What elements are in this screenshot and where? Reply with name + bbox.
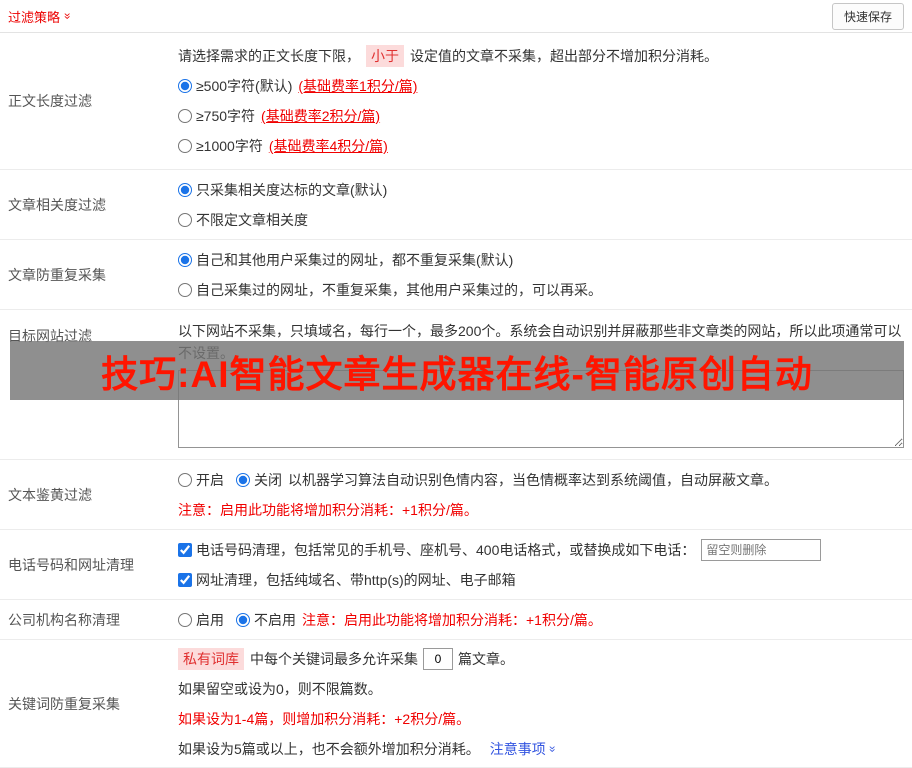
filter-strategy-page: 过滤策略 « 快速保存 正文长度过滤 请选择需求的正文长度下限， 小于 设定值的… xyxy=(0,0,912,768)
row-target-site-filter: 目标网站过滤 以下网站不采集，只填域名，每行一个，最多200个。系统会自动识别并… xyxy=(0,310,912,460)
page-title: 过滤策略 xyxy=(8,9,61,25)
company-clean-cost-note: 注意：启用此功能将增加积分消耗：+1积分/篇。 xyxy=(302,611,602,628)
porn-filter-desc: 以机器学习算法自动识别色情内容，当色情概率达到系统阈值，自动屏蔽文章。 xyxy=(288,471,778,488)
row-length-filter: 正文长度过滤 请选择需求的正文长度下限， 小于 设定值的文章不采集，超出部分不增… xyxy=(0,33,912,170)
radio-option-relevance-any[interactable]: 不限定文章相关度 xyxy=(178,205,904,235)
chevron-down-icon: « xyxy=(544,745,559,752)
limit-text-end: 篇文章。 xyxy=(458,650,514,667)
radio-option-relevance-match[interactable]: 只采集相关度达标的文章(默认) xyxy=(178,175,904,205)
label-company-clean: 公司机构名称清理 xyxy=(8,611,120,628)
radio-dedup-self-only[interactable] xyxy=(178,282,192,297)
row-company-clean: 公司机构名称清理 启用 不启用 注意：启用此功能将增加积分消耗：+1积分/篇。 xyxy=(0,600,912,640)
option-label: 启用 xyxy=(196,611,224,628)
checkbox-url-clean[interactable] xyxy=(178,572,192,587)
row-porn-filter: 文本鉴黄过滤 开启 关闭 以机器学习算法自动识别色情内容，当色情概率达到系统阈值… xyxy=(0,460,912,530)
header-bar: 过滤策略 « 快速保存 xyxy=(0,0,912,33)
porn-filter-content: 开启 关闭 以机器学习算法自动识别色情内容，当色情概率达到系统阈值，自动屏蔽文章… xyxy=(178,460,912,529)
notice-link-text: 注意事项 xyxy=(489,740,546,757)
option-label: 自己和其他用户采集过的网址，都不重复采集(默认) xyxy=(196,251,514,268)
keyword-note-unlimited: 如果留空或设为0，则不限篇数。 xyxy=(178,680,382,697)
radio-porn-off[interactable] xyxy=(236,472,250,487)
row-relevance-filter: 文章相关度过滤 只采集相关度达标的文章(默认) 不限定文章相关度 xyxy=(0,170,912,240)
option-label: 只采集相关度达标的文章(默认) xyxy=(196,181,388,198)
option-label: ≥1000字符 xyxy=(196,138,263,154)
quick-save-button[interactable]: 快速保存 xyxy=(831,2,904,30)
radio-option-1000-chars[interactable]: ≥1000字符 (基础费率4积分/篇) xyxy=(178,131,904,161)
label-length-filter: 正文长度过滤 xyxy=(8,93,92,109)
radio-porn-on[interactable] xyxy=(178,472,192,487)
highlight-less-than: 小于 xyxy=(366,45,404,67)
label-keyword-dedup: 关键词防重复采集 xyxy=(8,695,120,712)
label-porn-filter: 文本鉴黄过滤 xyxy=(8,486,92,503)
checkbox-option-url-clean[interactable]: 网址清理，包括纯域名、带http(s)的网址、电子邮箱 xyxy=(178,565,904,595)
max-articles-input[interactable] xyxy=(423,647,453,670)
label-target-site-filter: 目标网站过滤 xyxy=(8,328,92,344)
radio-option-company-off[interactable]: 不启用 xyxy=(236,610,296,630)
length-filter-content: 请选择需求的正文长度下限， 小于 设定值的文章不采集，超出部分不增加积分消耗。 … xyxy=(178,33,912,169)
porn-filter-cost-note: 注意：启用此功能将增加积分消耗：+1积分/篇。 xyxy=(178,501,478,518)
radio-option-dedup-self-only[interactable]: 自己采集过的网址，不重复采集，其他用户采集过的，可以再采。 xyxy=(178,275,904,305)
length-filter-desc: 请选择需求的正文长度下限， 小于 设定值的文章不采集，超出部分不增加积分消耗。 xyxy=(178,41,904,71)
desc-text-after: 设定值的文章不采集，超出部分不增加积分消耗。 xyxy=(410,48,718,64)
keyword-limit-line: 私有词库 中每个关键词最多允许采集 篇文章。 xyxy=(178,644,904,674)
highlight-private-lexicon: 私有词库 xyxy=(178,647,244,670)
phone-clean-line: 电话号码清理，包括常见的手机号、座机号、400电话格式，或替换成如下电话： xyxy=(178,535,904,565)
option-label: 开启 xyxy=(196,471,224,488)
row-keyword-dedup: 关键词防重复采集 私有词库 中每个关键词最多允许采集 篇文章。 如果留空或设为0… xyxy=(0,640,912,768)
fee-note: (基础费率2积分/篇) xyxy=(261,108,381,124)
radio-1000-chars[interactable] xyxy=(178,139,192,153)
option-label: 网址清理，包括纯域名、带http(s)的网址、电子邮箱 xyxy=(196,571,516,588)
relevance-filter-content: 只采集相关度达标的文章(默认) 不限定文章相关度 xyxy=(178,170,912,239)
fee-note: (基础费率1积分/篇) xyxy=(298,78,418,94)
option-label: 不限定文章相关度 xyxy=(196,211,308,228)
option-label: 电话号码清理，包括常见的手机号、座机号、400电话格式，或替换成如下电话： xyxy=(196,541,696,558)
notice-link[interactable]: 注意事项 « xyxy=(489,739,559,759)
replacement-phone-input[interactable] xyxy=(701,538,822,561)
checkbox-phone-clean[interactable] xyxy=(178,542,192,557)
radio-option-dedup-all-users[interactable]: 自己和其他用户采集过的网址，都不重复采集(默认) xyxy=(178,245,904,275)
option-label: 自己采集过的网址，不重复采集，其他用户采集过的，可以再采。 xyxy=(196,281,602,298)
chevron-down-icon: « xyxy=(59,12,74,20)
phone-url-clean-content: 电话号码清理，包括常见的手机号、座机号、400电话格式，或替换成如下电话： 网址… xyxy=(178,530,912,599)
target-site-desc: 以下网站不采集，只填域名，每行一个，最多200个。系统会自动识别并屏蔽那些非文章… xyxy=(178,323,902,361)
company-clean-content: 启用 不启用 注意：启用此功能将增加积分消耗：+1积分/篇。 xyxy=(178,600,912,639)
radio-option-company-on[interactable]: 启用 xyxy=(178,610,224,630)
note-five-plus-text: 如果设为5篇或以上，也不会额外增加积分消耗。 xyxy=(178,740,480,757)
option-label: ≥750字符 xyxy=(196,108,256,124)
keyword-note-five-plus-line: 如果设为5篇或以上，也不会额外增加积分消耗。 注意事项 « xyxy=(178,734,904,764)
radio-relevance-any[interactable] xyxy=(178,212,192,227)
option-label: 不启用 xyxy=(254,611,296,628)
fee-note: (基础费率4积分/篇) xyxy=(268,138,388,154)
porn-filter-options-line: 开启 关闭 以机器学习算法自动识别色情内容，当色情概率达到系统阈值，自动屏蔽文章… xyxy=(178,465,904,495)
label-relevance-filter: 文章相关度过滤 xyxy=(8,196,106,213)
option-label: 关闭 xyxy=(254,471,282,488)
keyword-dedup-content: 私有词库 中每个关键词最多允许采集 篇文章。 如果留空或设为0，则不限篇数。 如… xyxy=(178,640,912,767)
radio-company-off[interactable] xyxy=(236,612,250,627)
radio-option-porn-off[interactable]: 关闭 xyxy=(236,470,282,490)
label-dedup-filter: 文章防重复采集 xyxy=(8,266,106,283)
limit-text-mid: 中每个关键词最多允许采集 xyxy=(250,650,418,667)
radio-relevance-match[interactable] xyxy=(178,182,192,197)
section-title-toggle[interactable]: 过滤策略 « xyxy=(8,7,74,26)
option-label: ≥500字符(默认) xyxy=(196,78,293,94)
dedup-filter-content: 自己和其他用户采集过的网址，都不重复采集(默认) 自己采集过的网址，不重复采集，… xyxy=(178,240,912,309)
keyword-note-cost: 如果设为1-4篇，则增加积分消耗：+2积分/篇。 xyxy=(178,710,471,727)
company-clean-options-line: 启用 不启用 注意：启用此功能将增加积分消耗：+1积分/篇。 xyxy=(178,605,904,635)
radio-option-500-chars[interactable]: ≥500字符(默认) (基础费率1积分/篇) xyxy=(178,71,904,101)
row-phone-url-clean: 电话号码和网址清理 电话号码清理，包括常见的手机号、座机号、400电话格式，或替… xyxy=(0,530,912,600)
radio-500-chars[interactable] xyxy=(178,79,192,93)
desc-text-before: 请选择需求的正文长度下限， xyxy=(178,48,360,64)
excluded-sites-textarea[interactable] xyxy=(178,370,904,448)
row-dedup-filter: 文章防重复采集 自己和其他用户采集过的网址，都不重复采集(默认) 自己采集过的网… xyxy=(0,240,912,310)
radio-company-on[interactable] xyxy=(178,612,192,627)
label-phone-url-clean: 电话号码和网址清理 xyxy=(8,556,134,573)
checkbox-option-phone-clean[interactable]: 电话号码清理，包括常见的手机号、座机号、400电话格式，或替换成如下电话： xyxy=(178,540,695,560)
radio-option-porn-on[interactable]: 开启 xyxy=(178,470,224,490)
target-site-content: 以下网站不采集，只填域名，每行一个，最多200个。系统会自动识别并屏蔽那些非文章… xyxy=(178,310,912,459)
radio-dedup-all-users[interactable] xyxy=(178,252,192,267)
radio-option-750-chars[interactable]: ≥750字符 (基础费率2积分/篇) xyxy=(178,101,904,131)
radio-750-chars[interactable] xyxy=(178,109,192,123)
